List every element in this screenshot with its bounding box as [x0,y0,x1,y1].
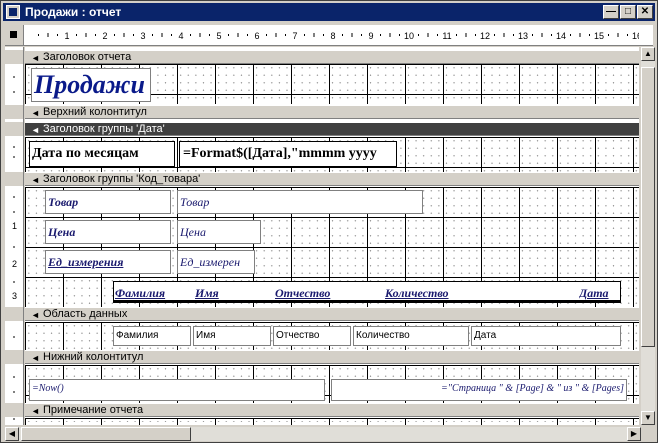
col-patronymic-label[interactable]: Отчество [275,286,353,301]
vruler-section-marker [5,350,23,364]
ruler-label: 5 [216,31,221,41]
report-footer-section[interactable] [25,418,639,425]
detail-section[interactable]: Фамилия Имя Отчество Количество Дата [25,322,639,350]
vruler-section-marker [5,50,23,64]
name-textbox[interactable]: Имя [193,326,271,346]
col-surname-label[interactable]: Фамилия [115,286,185,301]
product-textbox[interactable]: Товар [177,190,423,214]
vruler-section-marker [5,307,23,321]
size-grip[interactable] [641,427,655,441]
now-textbox[interactable]: =Now() [29,379,325,401]
report-design-surface[interactable]: ◄ Заголовок отчета Продажи ◄ Верхний колон… [25,47,639,425]
date-by-month-label[interactable]: Дата по месяцам [29,141,175,167]
scroll-right-icon[interactable]: ▶ [627,427,641,441]
vruler-label: 1 [12,221,17,231]
ruler-label: 12 [480,31,490,41]
group-code-header-bar[interactable]: ◄ Заголовок группы 'Код_товара' [25,172,639,186]
detail-section-bar[interactable]: ◄ Область данных [25,307,639,321]
page-header-bar[interactable]: ◄ Верхний колонтитул [25,105,639,119]
vruler-label: 2 [12,259,17,269]
column-header-box [113,281,621,303]
date-textbox[interactable]: Дата [471,326,621,346]
section-arrow-icon: ◄ [31,175,40,185]
col-name-label[interactable]: Имя [195,286,265,301]
horizontal-ruler-area: 12345678910111213141516 [5,25,653,46]
ruler-label: 7 [292,31,297,41]
ruler-label: 10 [404,31,414,41]
patronymic-textbox[interactable]: Отчество [273,326,351,346]
horizontal-ruler[interactable]: 12345678910111213141516 [27,27,639,43]
ruler-label: 1 [64,31,69,41]
price-label[interactable]: Цена [45,220,171,244]
section-arrow-icon: ◄ [31,353,40,363]
vertical-scrollbar[interactable]: ▲ ▼ [641,47,655,425]
product-label[interactable]: Товар [45,190,171,214]
group-date-header-bar[interactable]: ◄ Заголовок группы 'Дата' [25,122,639,136]
page-footer-section[interactable]: =Now() ="Страница " & [Page] & " из " & … [25,365,639,403]
report-icon [6,5,20,19]
page-footer-bar[interactable]: ◄ Нижний колонтитул [25,350,639,364]
vruler-label: 3 [12,291,17,301]
price-textbox[interactable]: Цена [177,220,261,244]
vruler-section-marker [5,172,23,186]
vruler-section-marker [5,105,23,119]
report-window: Продажи : отчет — □ ✕ 1 2 3 4 5 6 7 8 9 10 11 12 13 1… [0,0,658,443]
surname-textbox[interactable]: Фамилия [113,326,191,346]
section-arrow-icon: ◄ [31,53,40,63]
scroll-up-icon[interactable]: ▲ [641,47,655,61]
window-title: Продажи : отчет [25,5,122,19]
vruler-section-marker [5,122,23,136]
quantity-textbox[interactable]: Количество [353,326,469,346]
group-date-section[interactable]: Дата по месяцам =Format$([Дата],"mmmm yy… [25,137,639,175]
group-code-section[interactable]: Товар Товар Цена Цена Ед_измерения Ед_из… [25,187,639,307]
unit-textbox[interactable]: Ед_измерен [177,250,255,274]
scroll-down-icon[interactable]: ▼ [641,411,655,425]
date-format-textbox[interactable]: =Format$([Дата],"mmmm yyyy [179,141,397,167]
report-selector[interactable] [5,25,24,45]
section-arrow-icon: ◄ [31,108,40,118]
vruler-section-marker [5,403,23,417]
ruler-label: 14 [556,31,566,41]
section-arrow-icon: ◄ [31,310,40,320]
report-header-bar[interactable]: ◄ Заголовок отчета [25,50,639,64]
report-title-label[interactable]: Продажи [31,68,151,102]
ruler-label: 13 [518,31,528,41]
ruler-label: 9 [368,31,373,41]
report-header-section[interactable]: Продажи [25,64,639,104]
vertical-ruler[interactable]: 1 2 3 [5,47,24,425]
ruler-label: 4 [178,31,183,41]
pages-textbox[interactable]: ="Страница " & [Page] & " из " & [Pages] [331,379,627,401]
minimize-button[interactable]: — [603,5,619,19]
report-footer-bar[interactable]: ◄ Примечание отчета [25,403,639,417]
ruler-label: 11 [442,31,451,41]
ruler-label: 6 [254,31,259,41]
section-arrow-icon: ◄ [31,125,40,135]
col-date-label[interactable]: Дата [579,286,623,301]
scroll-left-icon[interactable]: ◀ [5,427,19,441]
horizontal-scroll-thumb[interactable] [21,427,191,441]
title-bar[interactable]: Продажи : отчет — □ ✕ [3,3,655,21]
close-button[interactable]: ✕ [637,5,653,19]
col-quantity-label[interactable]: Количество [385,286,485,301]
ruler-label: 3 [140,31,145,41]
section-arrow-icon: ◄ [31,406,40,416]
ruler-label: 2 [102,31,107,41]
horizontal-scrollbar[interactable]: ◀ ▶ [5,427,641,441]
unit-label[interactable]: Ед_измерения [45,250,171,274]
ruler-label: 8 [330,31,335,41]
vertical-scroll-thumb[interactable] [641,67,655,347]
ruler-label: 16 [632,31,639,41]
maximize-button[interactable]: □ [620,5,636,19]
ruler-label: 15 [594,31,604,41]
